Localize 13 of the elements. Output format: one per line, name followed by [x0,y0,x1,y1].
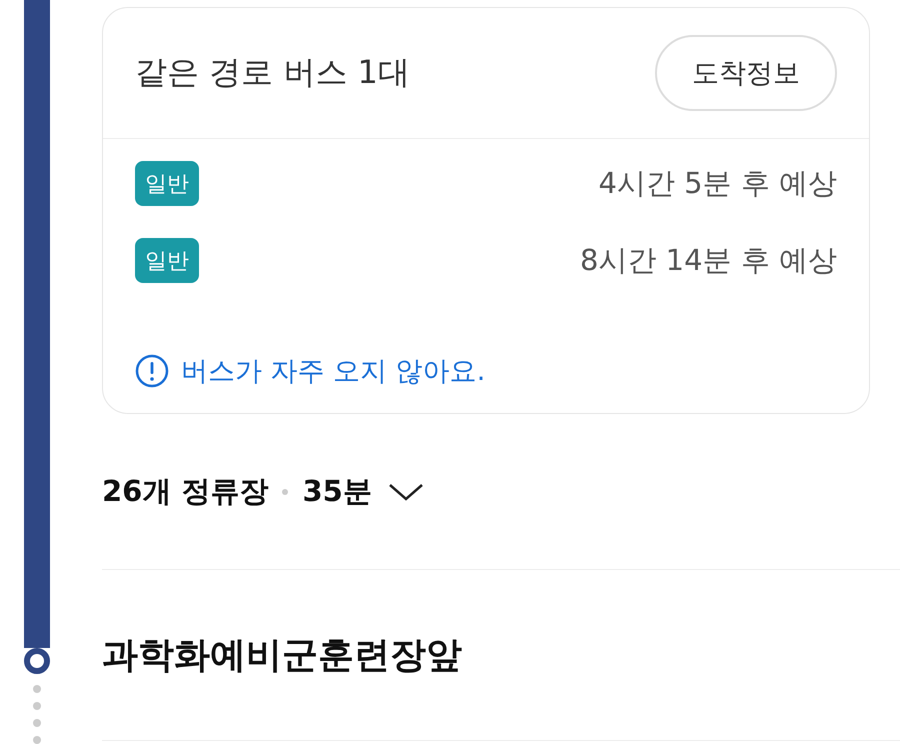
frequency-notice: 버스가 자주 오지 않아요. [181,355,486,389]
card-title: 같은 경로 버스 1대 [135,52,410,93]
bus-type-badge: 일반 [135,161,199,206]
arrival-time: 4시간 5분 후 예상 [598,164,837,202]
arrival-info-button[interactable]: 도착정보 [655,35,837,111]
stop-count: 26개 정류장 [102,472,268,510]
separator-dot [282,488,288,494]
bus-type-badge: 일반 [135,238,199,283]
info-icon [135,354,169,388]
segment-toggle[interactable]: 26개 정류장 35분 [102,414,900,570]
travel-time: 35분 [302,472,372,510]
arrival-time: 8시간 14분 후 예상 [580,242,837,278]
stop-name: 과학화예비군훈련장앞 [102,634,462,678]
